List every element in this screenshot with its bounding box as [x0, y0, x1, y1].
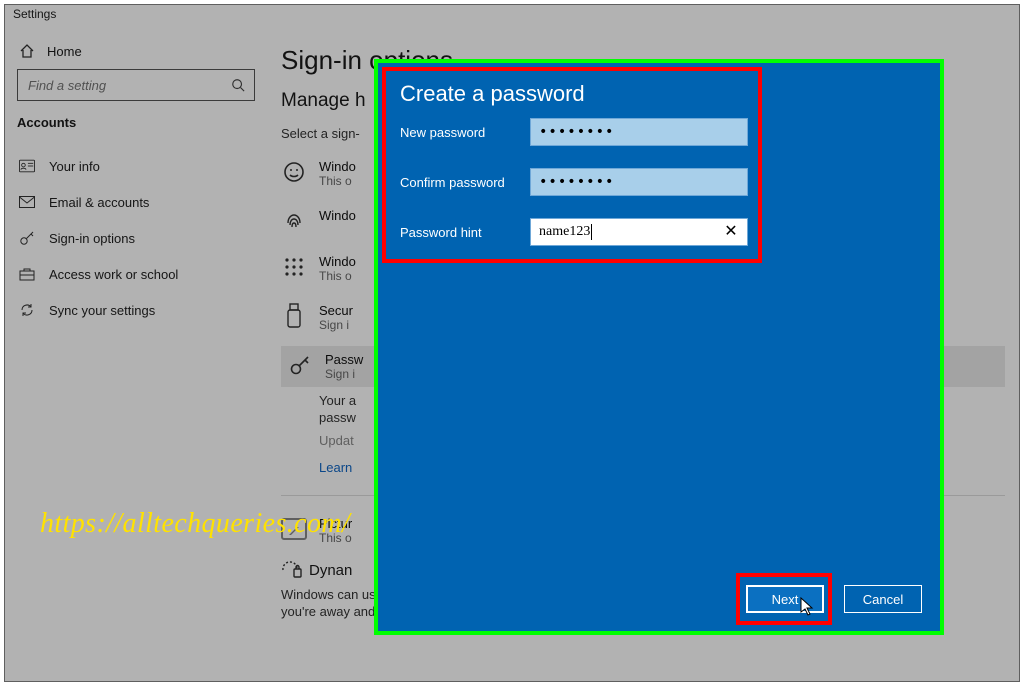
home-button[interactable]: Home [17, 37, 255, 69]
opt-sub: Sign i [319, 318, 353, 332]
text-cursor [591, 224, 592, 240]
confirm-password-label: Confirm password [400, 175, 530, 190]
opt-sub: This o [319, 269, 356, 283]
password-hint-input[interactable]: name123 ✕ [530, 218, 748, 246]
nav-label: Access work or school [49, 267, 178, 282]
opt-title: Windo [319, 254, 356, 269]
opt-title: Pictur [319, 516, 352, 531]
opt-title: Secur [319, 303, 353, 318]
search-field[interactable] [26, 77, 230, 94]
nav-label: Email & accounts [49, 195, 149, 210]
dynamic-lock-icon [281, 561, 303, 579]
pin-keypad-icon [281, 254, 307, 280]
picture-icon [281, 516, 307, 542]
nav-label: Sync your settings [49, 303, 155, 318]
opt-title: Windo [319, 208, 356, 223]
new-password-input[interactable]: •••••••• [530, 118, 748, 146]
opt-title: Passw [325, 352, 363, 367]
fingerprint-icon [281, 208, 307, 234]
nav-access-work[interactable]: Access work or school [17, 256, 255, 292]
nav-email-accounts[interactable]: Email & accounts [17, 184, 255, 220]
face-icon [281, 159, 307, 185]
dialog-title: Create a password [378, 63, 940, 117]
form-area: New password •••••••• Confirm password •… [378, 117, 940, 247]
person-card-icon [19, 158, 35, 174]
cancel-button[interactable]: Cancel [844, 585, 922, 613]
search-input[interactable] [17, 69, 255, 101]
nav-your-info[interactable]: Your info [17, 148, 255, 184]
nav-label: Your info [49, 159, 100, 174]
opt-title: Windo [319, 159, 356, 174]
clear-icon[interactable]: ✕ [721, 222, 741, 242]
opt-sub: This o [319, 531, 352, 545]
nav-sync-settings[interactable]: Sync your settings [17, 292, 255, 328]
new-password-label: New password [400, 125, 530, 140]
usb-key-icon [281, 303, 307, 329]
key-icon [287, 352, 313, 378]
nav-label: Sign-in options [49, 231, 135, 246]
create-password-dialog: Create a password New password •••••••• … [374, 59, 944, 635]
dynamic-lock-label: Dynan [309, 562, 352, 579]
mail-icon [19, 194, 35, 210]
password-hint-label: Password hint [400, 225, 530, 240]
nav-signin-options[interactable]: Sign-in options [17, 220, 255, 256]
opt-sub: Sign i [325, 367, 363, 381]
dialog-button-row: Next Cancel [746, 585, 922, 613]
sidebar: Home Accounts Your info Email & account [5, 29, 267, 681]
search-icon [230, 77, 246, 93]
confirm-password-input[interactable]: •••••••• [530, 168, 748, 196]
briefcase-icon [19, 266, 35, 282]
window-title: Settings [5, 5, 1019, 29]
opt-sub: This o [319, 174, 356, 188]
sync-icon [19, 302, 35, 318]
home-icon [19, 43, 35, 59]
section-label: Accounts [17, 115, 255, 130]
next-button[interactable]: Next [746, 585, 824, 613]
home-label: Home [47, 44, 82, 59]
key-icon [19, 230, 35, 246]
